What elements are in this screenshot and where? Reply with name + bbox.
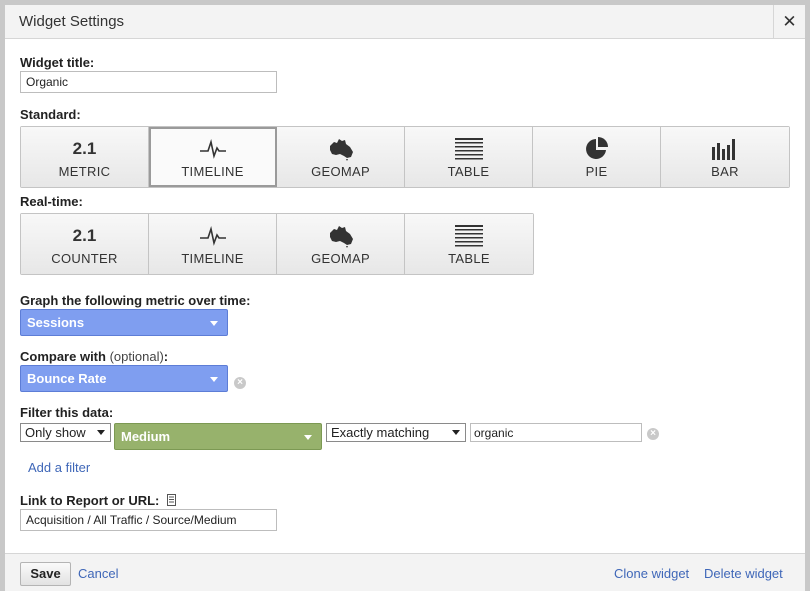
counter-number-icon: 2.1 bbox=[72, 226, 97, 245]
clone-widget-link[interactable]: Clone widget bbox=[614, 566, 689, 581]
pie-icon bbox=[585, 137, 608, 159]
tile-label: GEOMAP bbox=[311, 164, 370, 179]
standard-widget-types: 2.1 METRIC TIMELINE GEOMAP TABLE PIE BAR bbox=[20, 126, 790, 188]
chevron-down-icon bbox=[210, 377, 218, 382]
compare-label: Compare with (optional): bbox=[20, 349, 169, 364]
close-icon: ✕ bbox=[782, 12, 797, 31]
match-type-value: Exactly matching bbox=[331, 425, 430, 440]
realtime-tile-table[interactable]: TABLE bbox=[405, 214, 533, 274]
map-icon bbox=[329, 226, 353, 248]
chevron-down-icon bbox=[210, 321, 218, 326]
report-link-label: Link to Report or URL: bbox=[20, 493, 177, 508]
tile-label: TIMELINE bbox=[181, 164, 244, 179]
add-filter-link[interactable]: Add a filter bbox=[28, 460, 90, 475]
cancel-link[interactable]: Cancel bbox=[78, 566, 118, 581]
close-button[interactable]: ✕ bbox=[773, 5, 805, 39]
dialog-titlebar: Widget Settings ✕ bbox=[5, 5, 805, 39]
filter-mode-value: Only show bbox=[25, 425, 86, 440]
metric-select-value: Sessions bbox=[27, 315, 85, 330]
standard-label: Standard: bbox=[20, 107, 81, 122]
filter-value-input[interactable] bbox=[470, 423, 642, 442]
realtime-tile-geomap[interactable]: GEOMAP bbox=[277, 214, 405, 274]
standard-tile-table[interactable]: TABLE bbox=[405, 127, 533, 187]
map-icon bbox=[329, 139, 353, 161]
timeline-icon bbox=[199, 139, 226, 159]
realtime-tile-timeline[interactable]: TIMELINE bbox=[149, 214, 277, 274]
widget-title-input[interactable] bbox=[20, 71, 277, 93]
compare-select-value: Bounce Rate bbox=[27, 371, 107, 386]
tile-label: METRIC bbox=[58, 164, 111, 179]
standard-tile-bar[interactable]: BAR bbox=[661, 127, 789, 187]
filter-dimension-value: Medium bbox=[121, 429, 171, 444]
tile-label: PIE bbox=[585, 164, 608, 179]
widget-settings-dialog: Widget Settings ✕ Widget title: Standard… bbox=[0, 0, 810, 591]
chevron-down-icon bbox=[452, 430, 460, 435]
compare-metric-select[interactable]: Bounce Rate bbox=[20, 365, 228, 392]
tile-label: BAR bbox=[711, 164, 739, 179]
dialog-footer: Save Cancel Clone widget Delete widget bbox=[5, 553, 805, 591]
table-icon bbox=[454, 138, 483, 160]
tile-label: GEOMAP bbox=[311, 251, 370, 266]
metric-select[interactable]: Sessions bbox=[20, 309, 228, 336]
tile-label: TABLE bbox=[448, 251, 490, 266]
realtime-label: Real-time: bbox=[20, 194, 83, 209]
tile-label: TIMELINE bbox=[181, 251, 244, 266]
graph-metric-label: Graph the following metric over time: bbox=[20, 293, 251, 308]
remove-compare-icon[interactable]: × bbox=[234, 377, 246, 389]
tile-label: COUNTER bbox=[51, 251, 118, 266]
timeline-icon bbox=[199, 226, 226, 246]
standard-tile-geomap[interactable]: GEOMAP bbox=[277, 127, 405, 187]
chevron-down-icon bbox=[304, 435, 312, 440]
dialog-title: Widget Settings bbox=[19, 13, 125, 30]
filter-dimension-select[interactable]: Medium bbox=[114, 423, 322, 450]
filter-mode-select[interactable]: Only show bbox=[20, 423, 111, 442]
bar-chart-icon bbox=[712, 139, 735, 160]
standard-tile-timeline[interactable]: TIMELINE bbox=[149, 127, 277, 187]
save-button[interactable]: Save bbox=[20, 562, 71, 586]
report-page-icon[interactable] bbox=[167, 494, 177, 506]
metric-number-icon: 2.1 bbox=[72, 139, 97, 158]
standard-tile-metric[interactable]: 2.1 METRIC bbox=[21, 127, 149, 187]
optional-hint: (optional) bbox=[109, 349, 164, 364]
chevron-down-icon bbox=[97, 430, 105, 435]
remove-filter-icon[interactable]: × bbox=[647, 428, 659, 440]
table-icon bbox=[455, 225, 483, 247]
tile-label: TABLE bbox=[447, 164, 490, 179]
match-type-select[interactable]: Exactly matching bbox=[326, 423, 466, 442]
report-link-input[interactable] bbox=[20, 509, 277, 531]
realtime-widget-types: 2.1 COUNTER TIMELINE GEOMAP TABLE bbox=[20, 213, 534, 275]
standard-tile-pie[interactable]: PIE bbox=[533, 127, 661, 187]
realtime-tile-counter[interactable]: 2.1 COUNTER bbox=[21, 214, 149, 274]
filter-label: Filter this data: bbox=[20, 405, 114, 420]
widget-title-label: Widget title: bbox=[20, 55, 95, 70]
delete-widget-link[interactable]: Delete widget bbox=[704, 566, 783, 581]
